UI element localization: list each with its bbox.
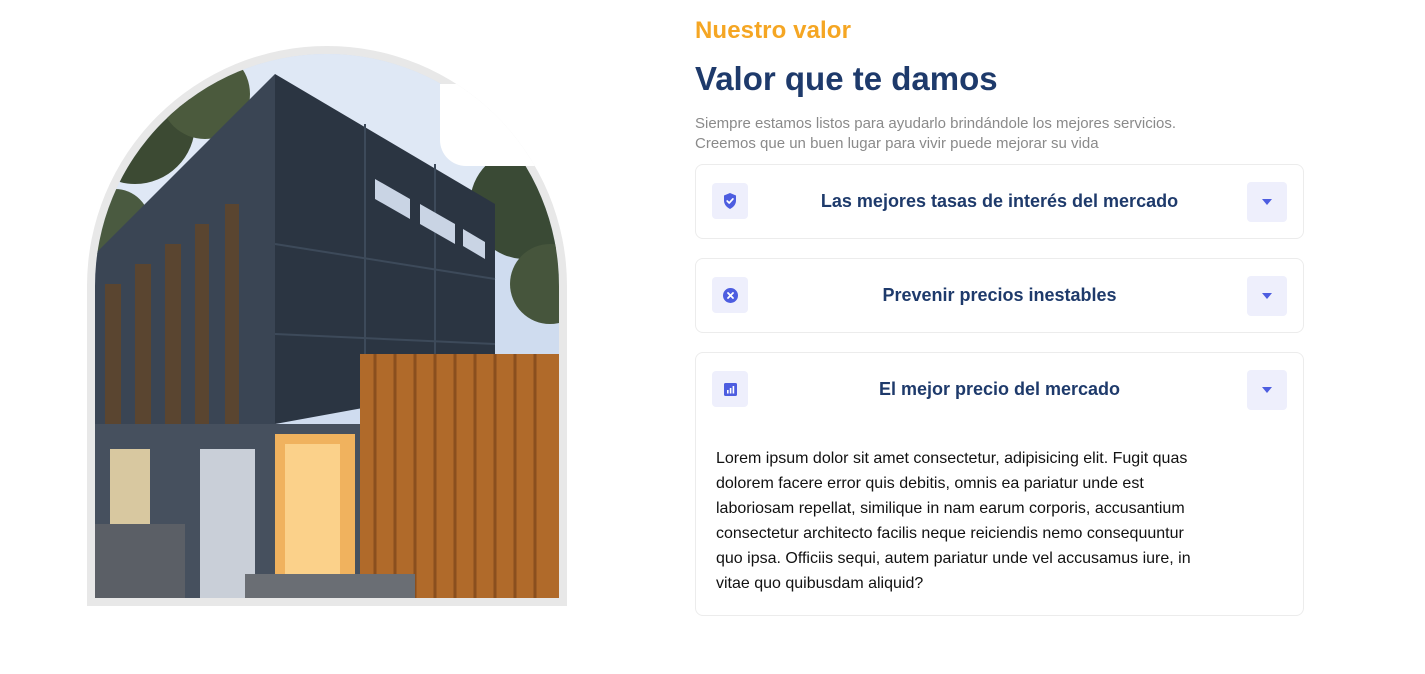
accordion-title: El mejor precio del mercado [878,379,1121,399]
body-line: consectetur architecto facilis neque rei… [716,525,1184,542]
image-frame [87,46,567,606]
accordion-header[interactable]: El mejor precio del mercado [696,353,1303,426]
section-eyebrow: Nuestro valor [695,17,852,44]
image-notch [440,84,567,166]
body-line: dolorem facere error quis debitis, omnis… [716,475,1144,492]
body-line: vitae quo quibusdam aliquid? [716,575,924,592]
accordion-item-interest-rates: Las mejores tasas de interés del mercado [695,164,1304,239]
accordion-header[interactable]: Prevenir precios inestables [696,259,1303,332]
bar-chart-icon [712,371,748,407]
body-line: laboriosam repellat, similique in nam ea… [716,500,1185,517]
caret-down-icon [1262,387,1272,393]
accordion-item-best-price: El mejor precio del mercado Lorem ipsum … [695,352,1304,616]
section-title: Valor que te damos [695,60,998,97]
body-line: quo ipsa. Officiis sequi, autem pariatur… [716,550,1191,567]
subtitle-line: Siempre estamos listos para ayudarlo bri… [695,115,1177,132]
accordion-item-unstable-prices: Prevenir precios inestables [695,258,1304,333]
cancel-circle-icon [712,277,748,313]
expand-button[interactable] [1247,182,1287,222]
subtitle-line: Creemos que un buen lugar para vivir pue… [695,135,1099,152]
body-line: Lorem ipsum dolor sit amet consectetur, … [716,450,1188,467]
shield-check-icon [712,183,748,219]
expand-button[interactable] [1247,276,1287,316]
accordion-title: Las mejores tasas de interés del mercado [820,191,1179,211]
accordion-body: Lorem ipsum dolor sit amet consectetur, … [716,446,1276,596]
section-subtitle: Siempre estamos listos para ayudarlo bri… [695,114,1255,154]
accordion-header[interactable]: Las mejores tasas de interés del mercado [696,165,1303,238]
accordion-title: Prevenir precios inestables [882,285,1117,305]
caret-down-icon [1262,293,1272,299]
caret-down-icon [1262,199,1272,205]
expand-button[interactable] [1247,370,1287,410]
